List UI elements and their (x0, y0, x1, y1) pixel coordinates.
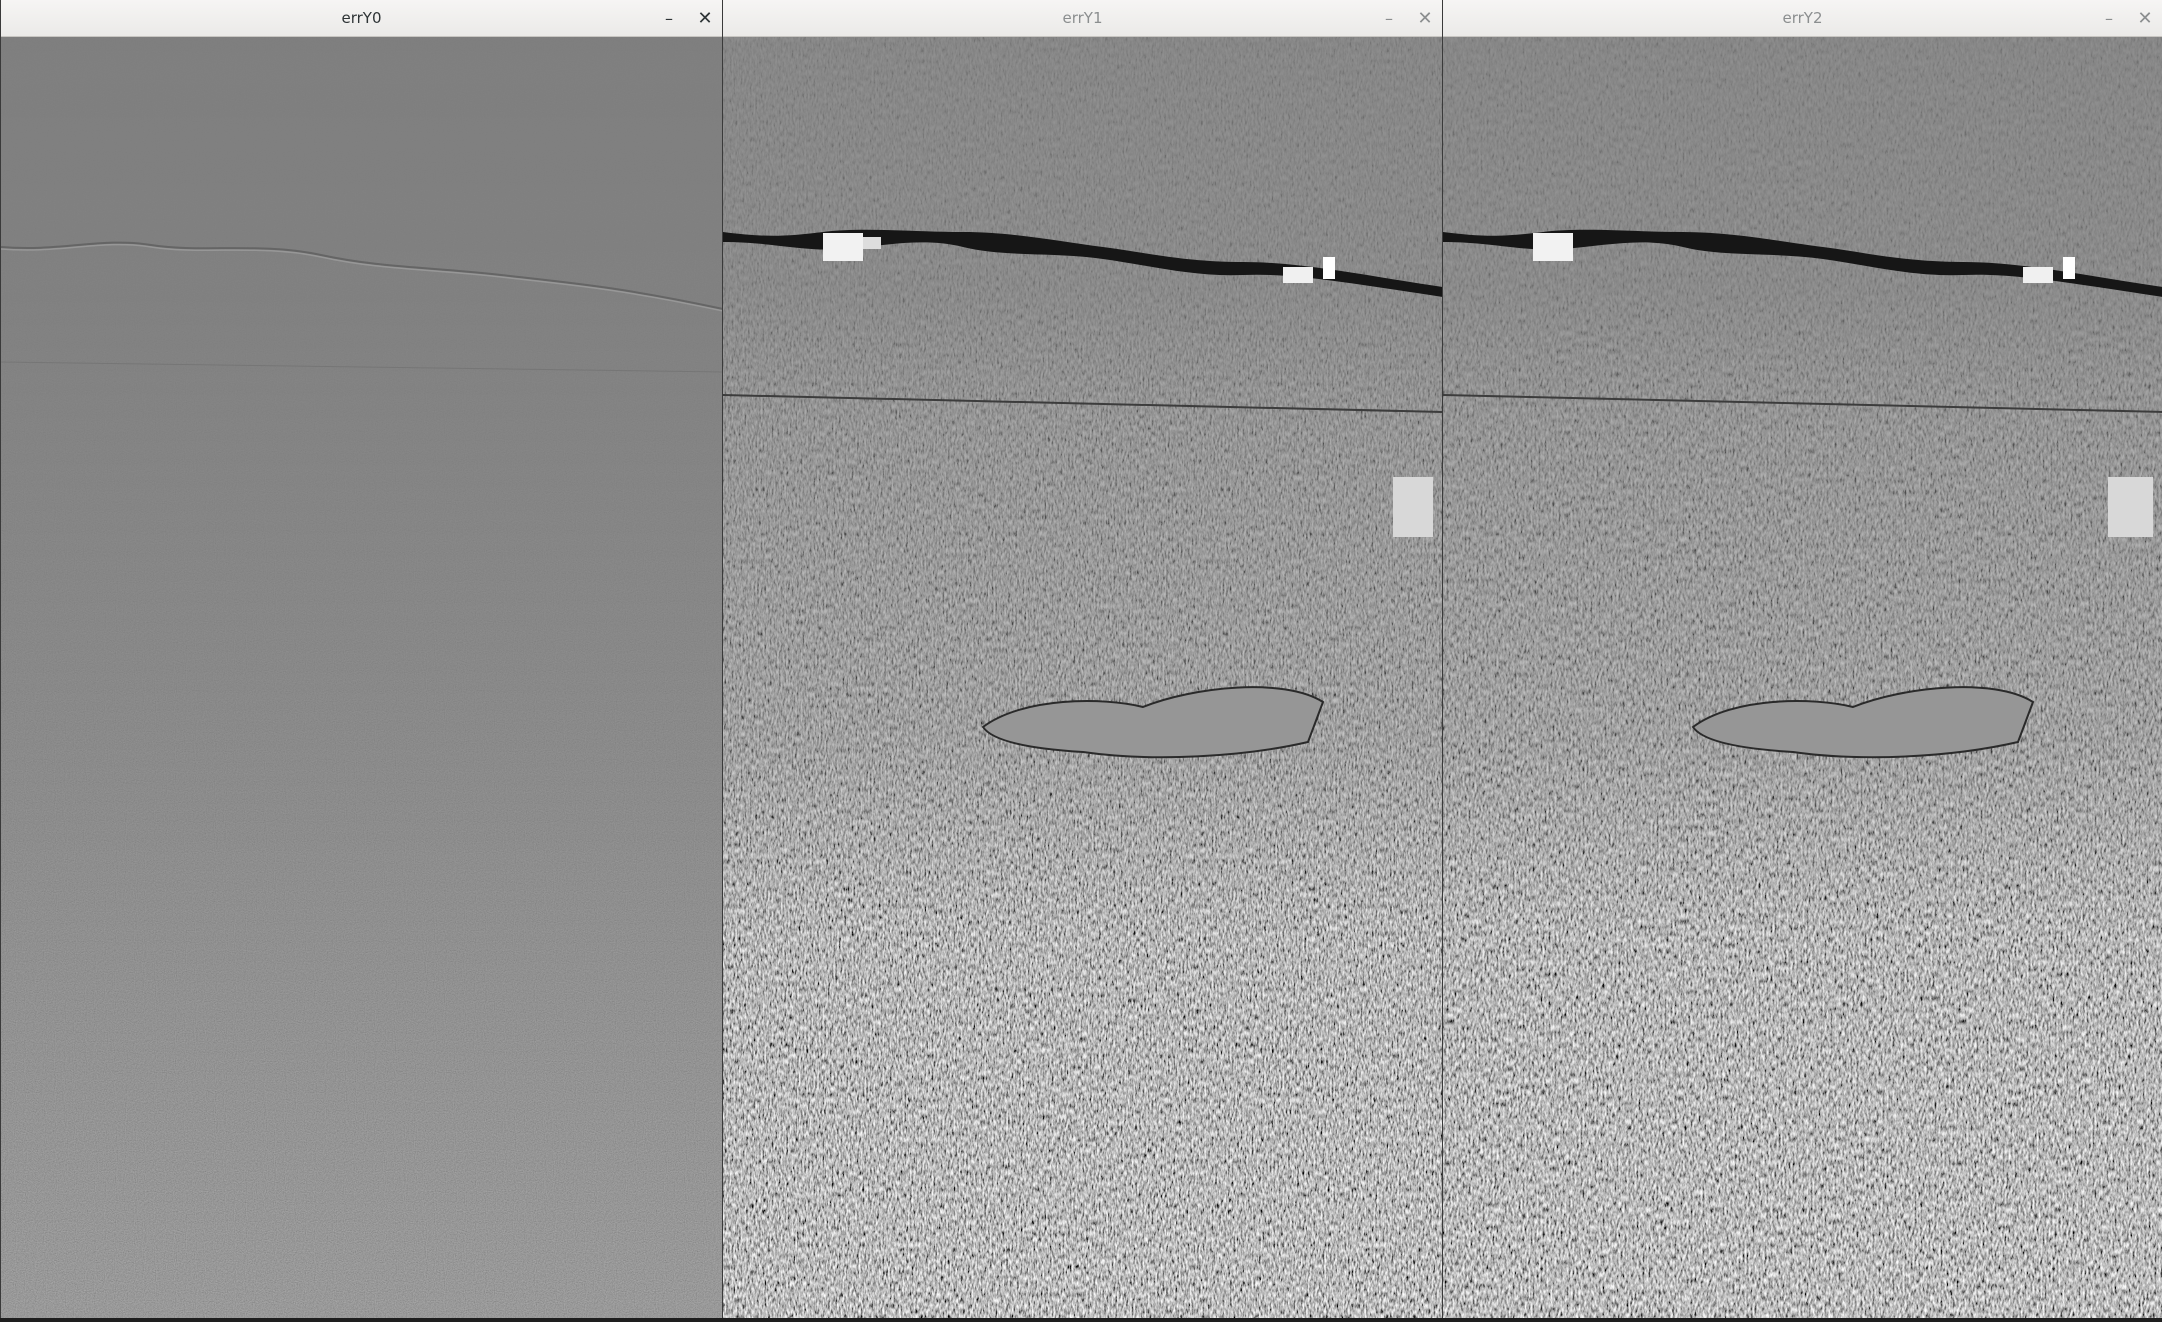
title-bar[interactable]: errY2 – ✕ (1443, 0, 2162, 37)
window-errY1[interactable]: errY1 – ✕ (722, 0, 1442, 1318)
error-image-errY0 (1, 37, 722, 1318)
minimize-icon: – (665, 9, 673, 28)
error-image-errY2 (1443, 37, 2162, 1318)
close-button[interactable]: ✕ (692, 6, 718, 32)
title-bar[interactable]: errY0 – ✕ (1, 0, 722, 37)
window-title: errY0 (341, 9, 382, 27)
minimize-button[interactable]: – (1376, 6, 1402, 32)
minimize-button[interactable]: – (2096, 6, 2122, 32)
title-bar[interactable]: errY1 – ✕ (723, 0, 1442, 37)
error-image-errY1 (723, 37, 1442, 1318)
close-button[interactable]: ✕ (2132, 6, 2158, 32)
close-button[interactable]: ✕ (1412, 6, 1438, 32)
error-image-canvas (1, 37, 722, 1318)
window-errY0[interactable]: errY0 – ✕ (0, 0, 722, 1318)
error-image-canvas (723, 37, 1442, 1318)
close-icon: ✕ (1417, 8, 1433, 29)
minimize-icon: – (1385, 9, 1393, 28)
window-errY2[interactable]: errY2 – ✕ (1442, 0, 2162, 1318)
window-title: errY2 (1782, 9, 1823, 27)
window-title: errY1 (1062, 9, 1103, 27)
error-image-canvas (1443, 37, 2162, 1318)
minimize-icon: – (2105, 9, 2113, 28)
close-icon: ✕ (697, 8, 713, 29)
desktop: errY0 – ✕ errY1 – ✕ errY2 – ✕ (0, 0, 2162, 1322)
close-icon: ✕ (2137, 8, 2153, 29)
desktop-bottom-strip (0, 1318, 2162, 1322)
minimize-button[interactable]: – (656, 6, 682, 32)
